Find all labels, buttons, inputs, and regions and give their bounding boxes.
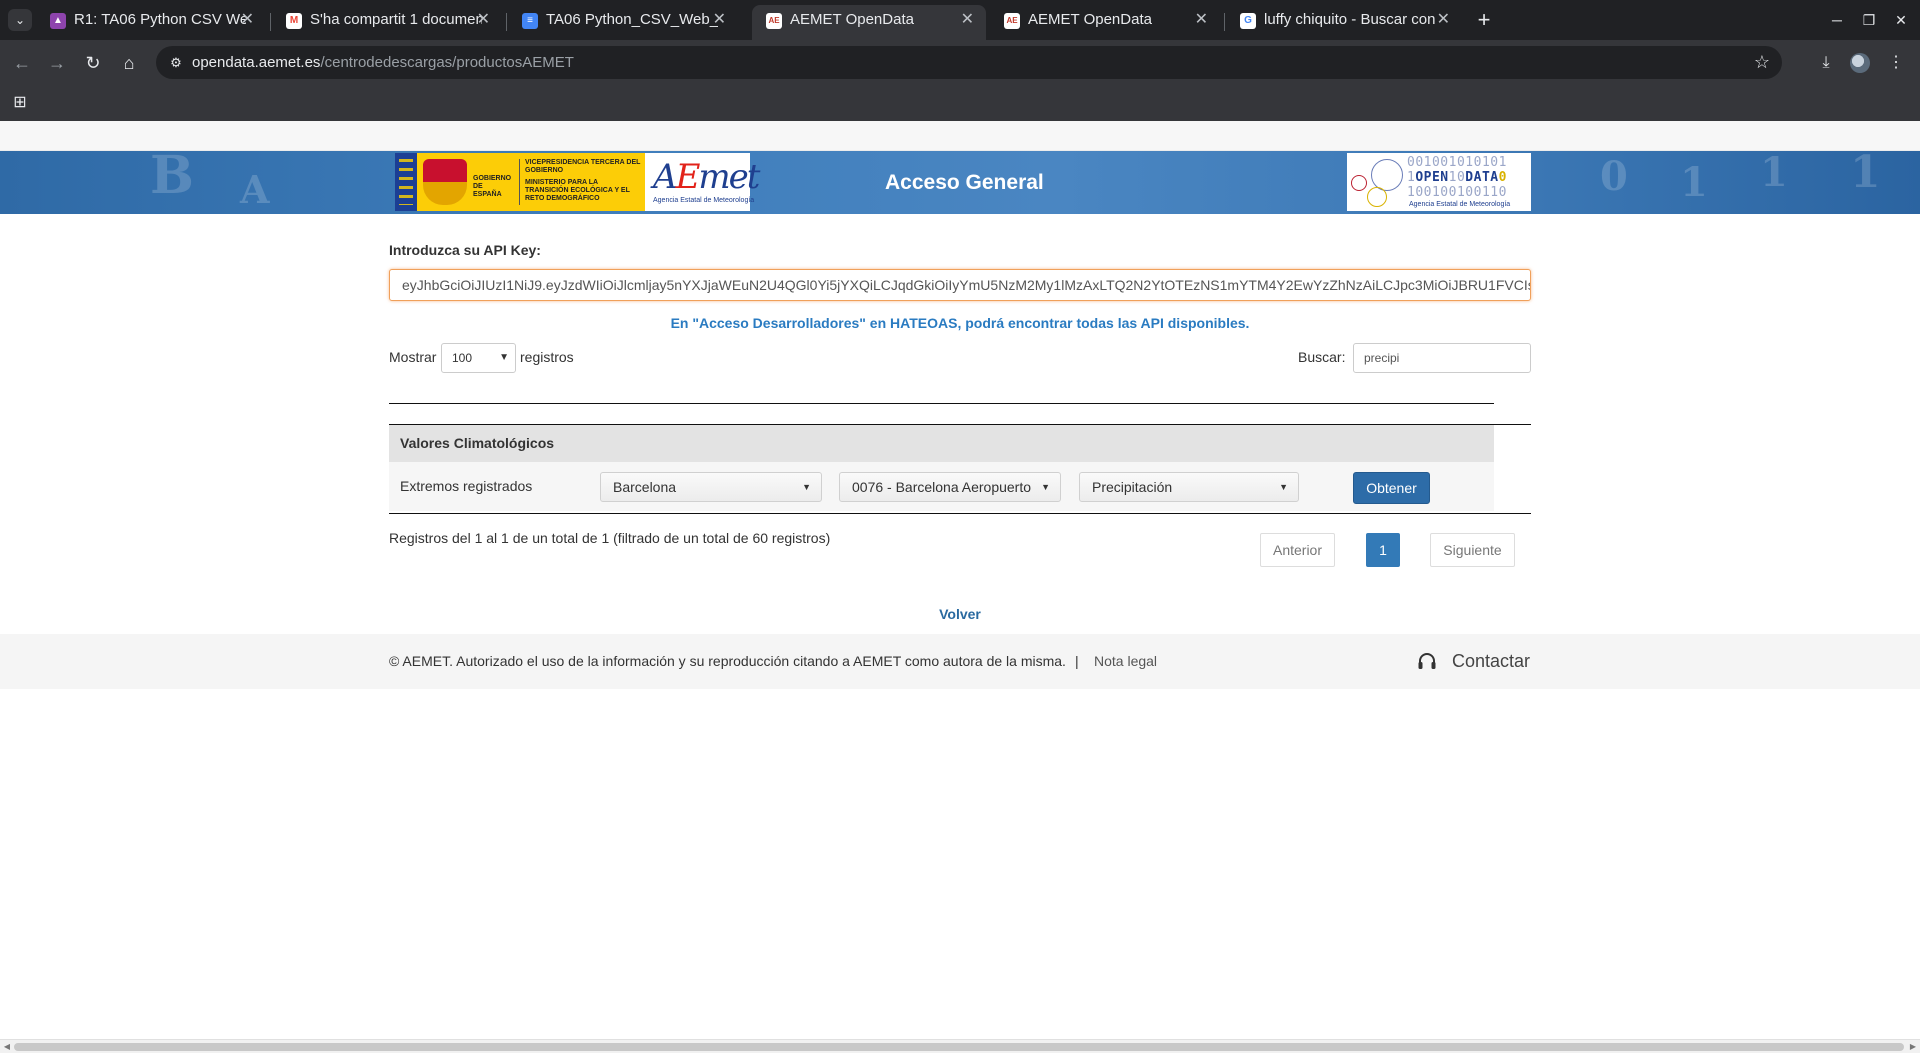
caret-down-icon: ▼ bbox=[1279, 482, 1288, 492]
contact-link[interactable]: Contactar bbox=[1452, 634, 1530, 689]
tab-separator bbox=[270, 13, 271, 31]
footer-separator: | bbox=[1075, 653, 1079, 669]
aemet-icon: AE bbox=[1004, 13, 1020, 29]
address-bar[interactable]: ⚙ opendata.aemet.es/centrodedescargas/pr… bbox=[156, 46, 1782, 79]
top-strip bbox=[0, 121, 1920, 151]
table-info: Registros del 1 al 1 de un total de 1 (f… bbox=[389, 530, 831, 546]
close-tab-icon[interactable]: ✕ bbox=[961, 5, 974, 35]
divider bbox=[389, 403, 1494, 404]
close-tab-icon[interactable]: ✕ bbox=[713, 5, 726, 35]
search-label: Buscar: bbox=[1298, 349, 1346, 365]
google-icon: G bbox=[1240, 13, 1256, 29]
footer: © AEMET. Autorizado el uso de la informa… bbox=[0, 634, 1920, 689]
api-key-input[interactable]: eyJhbGciOiJIUzI1NiJ9.eyJzdWIiOiJlcmljay5… bbox=[389, 269, 1531, 301]
scrollbar-thumb[interactable] bbox=[14, 1043, 1904, 1051]
bookmarks-bar: ⊞ bbox=[0, 85, 1920, 121]
page-viewport: B A 0 1 1 1 GOBIERNO DE ESPAÑA VICEPRESI… bbox=[0, 121, 1920, 1039]
home-icon[interactable]: ⌂ bbox=[115, 49, 143, 77]
minimize-icon[interactable]: ─ bbox=[1822, 6, 1852, 34]
scroll-left-icon[interactable]: ◀ bbox=[0, 1040, 14, 1054]
table-row: Extremos registrados Barcelona ▼ 0076 - … bbox=[389, 462, 1494, 511]
records-label: registros bbox=[520, 349, 574, 365]
forward-arrow-icon[interactable]: → bbox=[43, 49, 71, 77]
province-dropdown[interactable]: Barcelona ▼ bbox=[600, 472, 822, 502]
ministry-text: VICEPRESIDENCIA TERCERA DEL GOBIERNO MIN… bbox=[525, 159, 641, 202]
download-icon[interactable]: ⤓ bbox=[1812, 49, 1840, 77]
new-tab-icon[interactable]: + bbox=[1470, 5, 1498, 35]
product-name: Extremos registrados bbox=[400, 478, 533, 494]
site-info-icon[interactable]: ⚙ bbox=[166, 53, 186, 73]
show-entries-label: Mostrar bbox=[389, 349, 437, 365]
page-length-select[interactable]: 100 ▼ bbox=[441, 343, 516, 373]
docs-icon: ≡ bbox=[522, 13, 538, 29]
tab-separator bbox=[1224, 13, 1225, 31]
variable-dropdown[interactable]: Precipitación ▼ bbox=[1079, 472, 1299, 502]
close-tab-icon[interactable]: ✕ bbox=[477, 5, 490, 35]
caret-down-icon: ▼ bbox=[1041, 482, 1050, 492]
logo-circle bbox=[1351, 175, 1367, 191]
legal-link[interactable]: Nota legal bbox=[1094, 634, 1157, 689]
close-tab-icon[interactable]: ✕ bbox=[241, 5, 254, 35]
hateoas-hint-link[interactable]: En "Acceso Desarrolladores" en HATEOAS, … bbox=[389, 315, 1531, 331]
search-input[interactable]: precipi bbox=[1353, 343, 1531, 373]
divider bbox=[389, 513, 1531, 514]
obtener-button[interactable]: Obtener bbox=[1353, 472, 1430, 504]
logo-circle bbox=[1367, 187, 1387, 207]
banner-decoration: A bbox=[240, 167, 270, 212]
pagination-page-button[interactable]: 1 bbox=[1366, 533, 1400, 567]
menu-kebab-icon[interactable]: ⋮ bbox=[1882, 49, 1910, 77]
back-link[interactable]: Volver bbox=[389, 606, 1531, 622]
horizontal-scrollbar[interactable]: ◀ ▶ bbox=[0, 1039, 1920, 1053]
banner-decoration: 1 bbox=[1760, 151, 1788, 196]
browser-tab[interactable]: G luffy chiquito - Buscar con Google ✕ bbox=[1226, 5, 1462, 40]
aemet-wordmark: AEmet bbox=[653, 157, 760, 197]
close-window-icon[interactable]: ✕ bbox=[1886, 6, 1916, 34]
aemet-icon: AE bbox=[766, 13, 782, 29]
opendata-logo[interactable]: 001001010101 1OPEN10DATA0 100100100110 Age… bbox=[1347, 153, 1531, 211]
coat-of-arms-icon bbox=[423, 159, 467, 205]
apps-grid-icon[interactable]: ⊞ bbox=[10, 93, 30, 113]
eu-flag-strip bbox=[395, 153, 417, 211]
chevron-down-icon: ▼ bbox=[499, 352, 509, 363]
back-arrow-icon[interactable]: ← bbox=[8, 49, 36, 77]
browser-toolbar: ← → ↻ ⌂ ⚙ opendata.aemet.es/centrodedesc… bbox=[0, 40, 1920, 85]
url-text[interactable]: opendata.aemet.es/centrodedescargas/prod… bbox=[192, 46, 574, 79]
bookmark-star-icon[interactable]: ☆ bbox=[1754, 46, 1770, 79]
opendata-wordmark: 001001010101 1OPEN10DATA0 100100100110 bbox=[1407, 155, 1507, 200]
api-key-label: Introduzca su API Key: bbox=[389, 242, 541, 258]
caret-down-icon: ▼ bbox=[802, 482, 811, 492]
banner-decoration: B bbox=[150, 151, 194, 206]
logo-divider bbox=[519, 159, 520, 205]
table-group-header: Valores Climatológicos bbox=[389, 425, 1494, 462]
banner-decoration: 0 bbox=[1600, 153, 1628, 200]
banner-decoration: 1 bbox=[1850, 151, 1881, 198]
scroll-right-icon[interactable]: ▶ bbox=[1906, 1040, 1920, 1054]
header-banner: B A 0 1 1 1 GOBIERNO DE ESPAÑA VICEPRESI… bbox=[0, 151, 1920, 214]
pagination-next-button[interactable]: Siguiente bbox=[1430, 533, 1515, 567]
browser-tab-active[interactable]: AE AEMET OpenData ✕ bbox=[752, 5, 986, 40]
headset-icon[interactable] bbox=[1417, 652, 1437, 670]
reload-icon[interactable]: ↻ bbox=[79, 49, 107, 77]
browser-tab[interactable]: M S'ha compartit 1 document ✕ bbox=[272, 5, 502, 40]
tab-separator bbox=[506, 13, 507, 31]
close-tab-icon[interactable]: ✕ bbox=[1437, 5, 1450, 35]
browser-tab[interactable]: ≡ TA06 Python_CSV_Web_ ✕ bbox=[508, 5, 738, 40]
aemet-logo[interactable]: AEmet Agencia Estatal de Meteorología bbox=[645, 153, 760, 211]
station-dropdown[interactable]: 0076 - Barcelona Aeropuerto ▼ bbox=[839, 472, 1061, 502]
browser-tab[interactable]: ▲ R1: TA06 Python CSV Web ✕ bbox=[36, 5, 266, 40]
browser-tab[interactable]: AE AEMET OpenData ✕ bbox=[990, 5, 1220, 40]
browser-tab-strip: ⌄ ▲ R1: TA06 Python CSV Web ✕ M S'ha com… bbox=[0, 0, 1920, 40]
close-tab-icon[interactable]: ✕ bbox=[1195, 5, 1208, 35]
banner-decoration: 1 bbox=[1680, 159, 1708, 206]
tab-search-chevron-icon[interactable]: ⌄ bbox=[8, 9, 32, 31]
page-title: Acceso General bbox=[885, 171, 1044, 194]
copyright-text: © AEMET. Autorizado el uso de la informa… bbox=[389, 653, 1066, 669]
gobierno-logo[interactable]: GOBIERNO DE ESPAÑA VICEPRESIDENCIA TERCE… bbox=[395, 153, 645, 211]
classroom-icon: ▲ bbox=[50, 13, 66, 29]
gmail-icon: M bbox=[286, 13, 302, 29]
profile-avatar[interactable] bbox=[1850, 53, 1870, 73]
restore-icon[interactable]: ❐ bbox=[1854, 6, 1884, 34]
pagination-prev-button[interactable]: Anterior bbox=[1260, 533, 1335, 567]
